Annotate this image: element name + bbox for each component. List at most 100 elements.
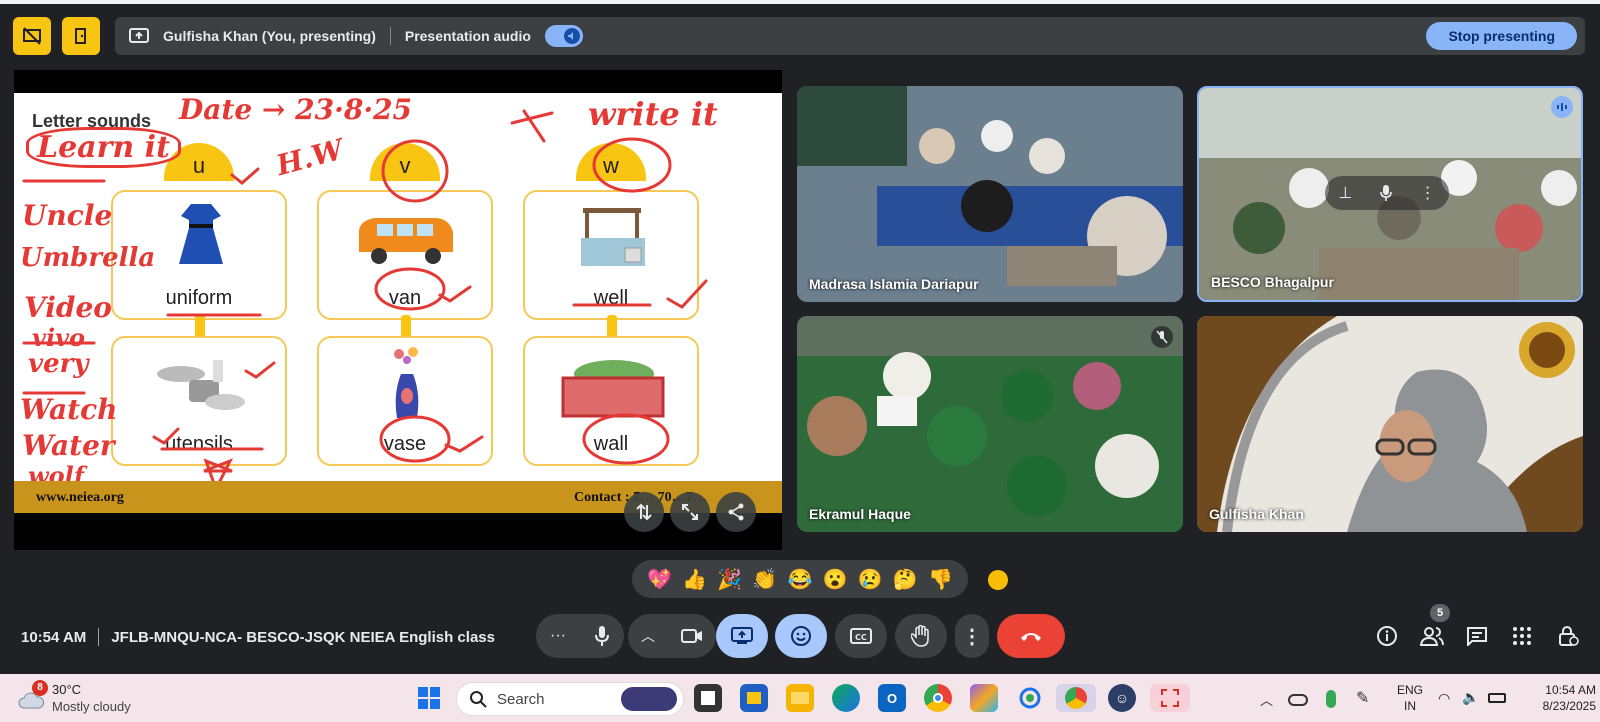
apps-grid-icon [1513, 627, 1531, 645]
video-feed [797, 316, 1183, 532]
participant-name: Madrasa Islamia Dariapur [809, 276, 979, 292]
present-screen-icon [731, 627, 753, 644]
svg-text:CC: CC [855, 633, 867, 642]
present-button[interactable] [716, 614, 768, 658]
camera-icon[interactable] [681, 628, 703, 644]
reactions-button[interactable] [775, 614, 827, 658]
participant-tile[interactable]: Ekramul Haque [797, 316, 1183, 532]
annotation-marks [22, 109, 708, 493]
presentation-audio-toggle[interactable] [544, 25, 583, 47]
reaction-heart[interactable]: 💖 [647, 567, 672, 592]
face-icon: ☺ [1114, 690, 1130, 706]
more-vert-icon: ⋮ [962, 625, 982, 648]
speaker-icon [563, 28, 580, 44]
clock[interactable]: 10:54 AM 8/23/2025 [1516, 682, 1596, 714]
chat-button[interactable] [1463, 622, 1491, 650]
door-icon [75, 28, 86, 44]
pin-icon[interactable]: ⊥ [1338, 183, 1352, 203]
camera-control-group: ︿ [628, 614, 716, 658]
presenting-bar: Gulfisha Khan (You, presenting) Presenta… [115, 17, 1585, 55]
snipping-tool-app[interactable] [1150, 684, 1190, 712]
mic-tray-icon[interactable] [1326, 690, 1336, 708]
stop-presenting-button[interactable]: Stop presenting [1426, 22, 1577, 50]
host-controls-button[interactable] [1554, 622, 1582, 650]
hide-preview-button[interactable] [13, 17, 51, 55]
outlook-icon: O [886, 690, 898, 706]
clock-date: 8/23/2025 [1542, 699, 1596, 713]
copilot-app[interactable] [970, 684, 998, 712]
chat-app[interactable]: ☺ [1108, 684, 1136, 712]
meeting-title: JFLB-MNQU-NCA- BESCO-JSQK NEIEA English … [111, 628, 495, 646]
file-explorer-app[interactable] [786, 684, 814, 712]
raise-hand-button[interactable] [895, 614, 947, 658]
snip-icon [1161, 689, 1179, 707]
share-icon [728, 503, 744, 521]
mic-icon[interactable] [1379, 184, 1393, 202]
battery-icon[interactable] [1488, 693, 1506, 703]
cloud-app[interactable] [1016, 684, 1044, 712]
meeting-info: 10:54 AM JFLB-MNQU-NCA- BESCO-JSQK NEIEA… [21, 628, 495, 646]
tray-chevron-icon[interactable]: ︿ [1260, 690, 1273, 709]
taskbar-search[interactable]: Search [456, 682, 684, 716]
edge-app[interactable] [832, 684, 860, 712]
presentation-stage: Letter sounds u v w uniform van well ute… [14, 70, 782, 550]
weather-widget[interactable]: 8 30°C Mostly cloudy [16, 680, 166, 718]
cloud-sync-icon [1019, 687, 1041, 709]
lang-top: ENG [1396, 683, 1423, 697]
outlook-app[interactable]: O [878, 684, 906, 712]
captions-button[interactable]: CC [835, 614, 887, 658]
more-options-icon[interactable]: ⋮ [1420, 183, 1436, 203]
mic-options-icon[interactable]: ··· [550, 627, 566, 645]
smiley-icon [791, 626, 811, 646]
pen-icon[interactable]: ✎ [1356, 688, 1369, 708]
pip-button[interactable] [62, 17, 100, 55]
weather-condition: Mostly cloudy [52, 699, 131, 714]
reaction-thinking[interactable]: 🤔 [893, 567, 918, 592]
slide: Letter sounds u v w uniform van well ute… [14, 93, 782, 513]
wifi-icon[interactable]: ◠ [1438, 690, 1450, 707]
reaction-party[interactable]: 🎉 [717, 567, 742, 592]
chrome-icon [933, 693, 943, 703]
divider [389, 27, 391, 45]
people-button[interactable] [1418, 622, 1446, 650]
captions-icon: CC [850, 628, 872, 644]
leave-call-button[interactable] [997, 614, 1065, 658]
folder-icon [791, 692, 809, 704]
more-options-button[interactable]: ⋮ [955, 614, 989, 658]
participant-name: Gulfisha Khan [1209, 506, 1304, 522]
presenter-label: Gulfisha Khan (You, presenting) [163, 28, 376, 44]
mic-icon[interactable] [594, 625, 610, 647]
chrome-app[interactable] [924, 684, 952, 712]
volume-icon[interactable]: 🔈 [1462, 689, 1479, 706]
store-icon [747, 692, 761, 704]
share-button[interactable] [716, 492, 756, 532]
skin-tone-button[interactable] [988, 570, 1008, 590]
store-app[interactable] [740, 684, 768, 712]
expand-icon [682, 504, 698, 520]
mic-muted-icon [1151, 326, 1173, 348]
activities-button[interactable] [1508, 622, 1536, 650]
onedrive-icon[interactable] [1288, 694, 1308, 706]
fullscreen-button[interactable] [670, 492, 710, 532]
reaction-clap[interactable]: 👏 [752, 567, 777, 592]
lang-bottom: IN [1404, 699, 1416, 713]
start-button[interactable] [415, 684, 443, 712]
participant-tile-active[interactable]: ⊥ ⋮ BESCO Bhagalpur [1197, 86, 1583, 302]
chevron-up-icon[interactable]: ︿ [641, 626, 655, 646]
swap-layout-button[interactable] [624, 492, 664, 532]
reaction-thumbs-up[interactable]: 👍 [682, 567, 707, 592]
reaction-sad[interactable]: 😢 [858, 567, 883, 592]
chrome-profile-app[interactable] [1056, 684, 1096, 712]
participant-tile[interactable]: Gulfisha Khan [1197, 316, 1583, 532]
participant-tile[interactable]: Madrasa Islamia Dariapur [797, 86, 1183, 302]
people-icon [1420, 627, 1444, 646]
reaction-surprised[interactable]: 😮 [823, 567, 848, 592]
presentation-audio-label: Presentation audio [404, 28, 531, 44]
meeting-details-button[interactable] [1373, 622, 1401, 650]
task-view-button[interactable] [694, 684, 722, 712]
reaction-laugh[interactable]: 😂 [788, 567, 813, 592]
reaction-thumbs-down[interactable]: 👎 [928, 567, 953, 592]
language-indicator[interactable]: ENG IN [1392, 682, 1428, 714]
info-icon [1377, 626, 1397, 646]
chrome-profile-icon [1065, 687, 1087, 709]
